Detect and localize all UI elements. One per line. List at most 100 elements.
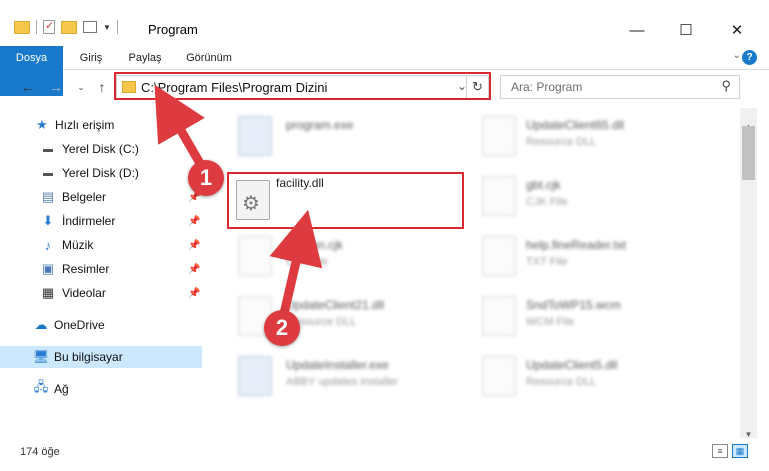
wcm-file-icon	[482, 296, 516, 336]
file-item[interactable]: help.fineReader.txt TXT File	[476, 230, 716, 280]
pin-icon[interactable]: 📌	[188, 240, 200, 251]
item-count: 174 öğe	[20, 446, 60, 458]
title-bar: ▼ Program — ☐ ✕	[0, 0, 769, 44]
tab-view[interactable]: Görünüm	[176, 46, 242, 70]
cjk-file-icon	[238, 236, 272, 276]
sidebar-item-label: Müzik	[62, 238, 94, 252]
sidebar-item-music[interactable]: ♪ Müzik 📌	[0, 234, 202, 256]
sidebar-item-quick-access[interactable]: ★ Hızlı erişim	[0, 114, 202, 136]
file-item[interactable]: program.exe	[232, 110, 472, 160]
pin-icon[interactable]: 📌	[188, 264, 200, 275]
file-name: program.exe	[286, 118, 354, 132]
cloud-icon: ☁	[34, 317, 48, 332]
computer-icon: 🖥	[32, 349, 50, 364]
documents-icon: ▤	[41, 189, 55, 204]
ribbon-tabs: Dosya Giriş Paylaş Görünüm ⌄ ?	[0, 46, 769, 96]
navigation-pane: ★ Hızlı erişim ▬ Yerel Disk (C:) ▬ Yerel…	[0, 108, 210, 438]
file-name: UpdateClient65.dll	[526, 118, 625, 132]
file-name: help.fineReader.txt	[526, 238, 627, 252]
pin-icon[interactable]: 📌	[188, 216, 200, 227]
properties-icon[interactable]	[43, 19, 55, 34]
large-icons-view-icon[interactable]: ▦	[732, 444, 748, 458]
new-folder-icon[interactable]	[61, 20, 77, 34]
sidebar-item-label: OneDrive	[54, 318, 105, 332]
minimize-button[interactable]: —	[614, 16, 660, 44]
search-input[interactable]: Ara: Program ⚲	[500, 75, 740, 99]
sidebar-item-label: Yerel Disk (D:)	[62, 166, 139, 180]
tab-home[interactable]: Giriş	[66, 46, 116, 70]
chevron-down-icon[interactable]: ⌄	[733, 50, 741, 61]
file-name: UpdateInstaller.exe	[286, 358, 389, 372]
star-icon: ★	[36, 117, 48, 132]
step-2-badge: 2	[264, 310, 300, 346]
tab-share[interactable]: Paylaş	[120, 46, 170, 70]
address-highlight-box	[114, 72, 491, 100]
sidebar-item-label: Yerel Disk (C:)	[62, 142, 139, 156]
file-item[interactable]: UpdateClient65.dll Resource DLL	[476, 110, 716, 160]
drive-icon: ▬	[43, 167, 53, 179]
dll-file-icon	[482, 116, 516, 156]
exe-file-icon	[238, 116, 272, 156]
window-title: Program	[148, 22, 198, 37]
sidebar-item-label: İndirmeler	[62, 214, 116, 228]
search-placeholder: Ara: Program	[511, 80, 583, 94]
forward-arrow-icon[interactable]: →	[46, 77, 66, 97]
details-view-icon[interactable]: ≡	[712, 444, 728, 458]
sidebar-item-label: Bu bilgisayar	[54, 350, 123, 364]
dll-file-icon	[482, 356, 516, 396]
txt-file-icon	[482, 236, 516, 276]
file-type: Resource DLL	[526, 376, 597, 388]
file-item[interactable]: SndToWP15.wcm WCM File	[476, 290, 716, 340]
file-name: SndToWP15.wcm	[526, 298, 621, 312]
file-type: CJK File	[526, 196, 568, 208]
sidebar-item-label: Belgeler	[62, 190, 107, 204]
recent-locations-icon[interactable]: ⌄	[71, 77, 91, 97]
sidebar-item-drive-d[interactable]: ▬ Yerel Disk (D:)	[0, 162, 202, 184]
sidebar-item-drive-c[interactable]: ▬ Yerel Disk (C:)	[0, 138, 202, 160]
vertical-scrollbar[interactable]: ▲ ▼	[740, 108, 757, 439]
up-arrow-icon[interactable]: ↑	[92, 77, 112, 97]
pin-icon[interactable]: 📌	[188, 288, 200, 299]
file-list: program.exe ⚙ facility.dll Korean.cjk CJ…	[210, 108, 740, 438]
sidebar-item-pictures[interactable]: ▣ Resimler 📌	[0, 258, 202, 280]
sidebar-item-network[interactable]: 🖧 Ağ	[0, 378, 202, 400]
divider	[116, 20, 118, 34]
chevron-down-icon[interactable]: ▼	[103, 23, 111, 32]
sidebar-item-onedrive[interactable]: ☁ OneDrive	[0, 314, 202, 336]
status-bar: 174 öğe ≡ ▦	[0, 440, 769, 471]
sidebar-item-documents[interactable]: ▤ Belgeler 📌	[0, 186, 202, 208]
close-button[interactable]: ✕	[714, 16, 760, 44]
music-icon: ♪	[44, 237, 52, 253]
cjk-file-icon	[482, 176, 516, 216]
file-highlight-box	[227, 172, 464, 229]
file-item[interactable]: gbt.cjk CJK File	[476, 170, 716, 220]
help-icon[interactable]: ?	[742, 50, 757, 65]
search-icon[interactable]: ⚲	[721, 78, 731, 94]
drive-icon: ▬	[43, 143, 53, 155]
file-name: Korean.cjk	[286, 238, 343, 252]
divider	[36, 20, 37, 34]
file-name: UpdateClient5.dll	[526, 358, 618, 372]
sidebar-item-label: Resimler	[62, 262, 110, 276]
file-item[interactable]: Korean.cjk CJK File	[232, 230, 472, 280]
file-type: ABBY updates installer	[286, 376, 399, 388]
file-item[interactable]: UpdateClient5.dll Resource DLL	[476, 350, 716, 400]
folder-icon	[14, 20, 30, 34]
video-icon: ▦	[41, 285, 55, 300]
pictures-icon: ▣	[41, 261, 55, 276]
file-item[interactable]: UpdateInstaller.exe ABBY updates install…	[232, 350, 472, 400]
sidebar-item-label: Hızlı erişim	[55, 118, 115, 132]
sidebar-item-this-pc[interactable]: 🖥 Bu bilgisayar	[0, 346, 202, 368]
sidebar-item-videos[interactable]: ▦ Videolar 📌	[0, 282, 202, 304]
scroll-thumb[interactable]	[742, 126, 755, 180]
file-type: TXT File	[526, 256, 568, 268]
sidebar-item-downloads[interactable]: ⬇ İndirmeler 📌	[0, 210, 202, 232]
download-icon: ⬇	[42, 213, 54, 228]
maximize-button[interactable]: ☐	[663, 16, 709, 44]
file-name: gbt.cjk	[526, 178, 561, 192]
step-1-badge: 1	[188, 160, 224, 196]
view-icon[interactable]	[83, 21, 97, 33]
back-arrow-icon[interactable]: ←	[18, 77, 38, 97]
sidebar-item-label: Videolar	[62, 286, 106, 300]
sidebar-item-label: Ağ	[54, 382, 69, 396]
